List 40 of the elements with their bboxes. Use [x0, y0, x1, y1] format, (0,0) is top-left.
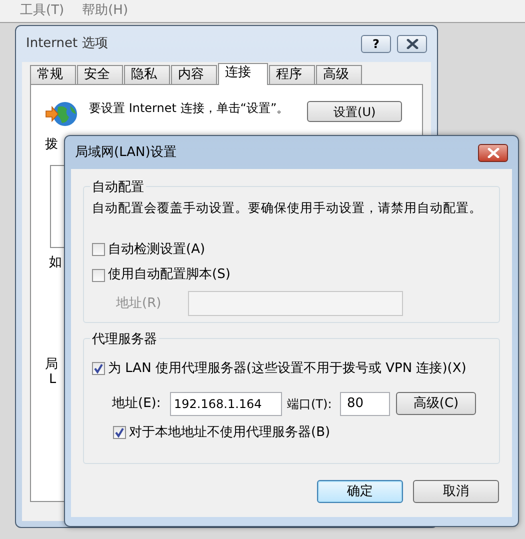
- window-title: Internet 选项: [26, 35, 108, 54]
- tab[interactable]: 常规: [30, 65, 76, 84]
- address-field[interactable]: 192.168.1.164: [170, 392, 282, 416]
- tab[interactable]: 高级: [316, 65, 362, 84]
- dialog-title: 局域网(LAN)设置: [75, 144, 176, 162]
- tab[interactable]: 连接: [218, 63, 268, 85]
- checkbox-label[interactable]: 使用自动配置脚本(S): [108, 265, 230, 285]
- checkbox[interactable]: [92, 268, 105, 282]
- checkbox-label[interactable]: 自动检测设置(A): [108, 240, 206, 260]
- advanced-button[interactable]: 高级(C): [396, 392, 476, 415]
- label-text: L: [49, 371, 56, 389]
- tab[interactable]: 内容: [171, 65, 217, 84]
- label-text: 拨: [45, 136, 58, 154]
- menu-item[interactable]: 工具(T): [20, 1, 64, 21]
- tab[interactable]: 程序: [269, 65, 315, 84]
- port-field[interactable]: 80: [340, 392, 390, 416]
- field-label: 端口(T):: [286, 396, 333, 412]
- label-text: 如: [49, 254, 62, 272]
- close-icon: [406, 39, 418, 49]
- label-text: 局: [45, 356, 58, 374]
- globe-icon: [45, 101, 79, 127]
- checkbox-label[interactable]: 对于本地地址不使用代理服务器(B): [129, 422, 330, 442]
- cancel-button[interactable]: 取消: [413, 480, 499, 503]
- checkbox-label[interactable]: 为 LAN 使用代理服务器(这些设置不用于拨号或 VPN 连接)(X): [108, 359, 466, 378]
- checkbox[interactable]: [113, 426, 126, 439]
- close-button[interactable]: [397, 35, 427, 53]
- close-button[interactable]: [478, 144, 508, 162]
- checkbox[interactable]: [92, 362, 105, 376]
- close-icon: [486, 148, 500, 158]
- setup-button[interactable]: 设置(U): [307, 101, 402, 122]
- checkbox[interactable]: [92, 243, 105, 256]
- field-label: 地址(R): [116, 294, 162, 312]
- help-button[interactable]: ?: [361, 35, 391, 53]
- menu-item[interactable]: 帮助(H): [82, 1, 128, 21]
- tab[interactable]: 安全: [77, 65, 123, 84]
- ok-button[interactable]: 确定: [317, 480, 403, 503]
- description-text: 自动配置会覆盖手动设置。要确保使用手动设置，请禁用自动配置。: [92, 199, 483, 217]
- setup-instruction: 要设置 Internet 连接，单击“设置”。: [89, 101, 290, 116]
- tab[interactable]: 隐私: [124, 65, 170, 84]
- field-label: 地址(E):: [112, 394, 162, 413]
